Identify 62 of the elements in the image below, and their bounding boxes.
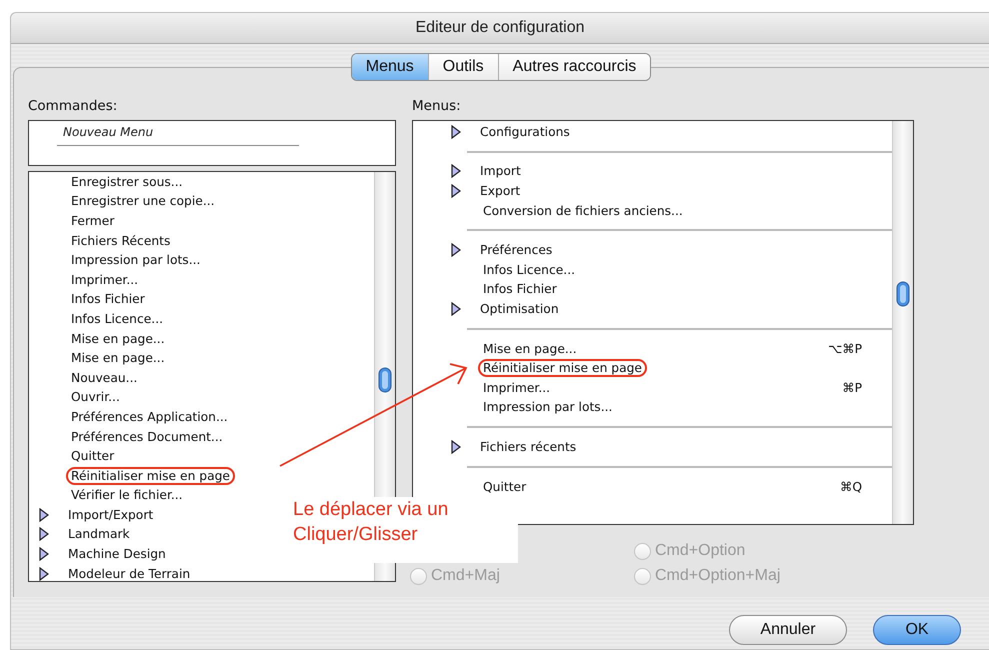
- disclosure-triangle-icon[interactable]: [451, 164, 461, 178]
- tab[interactable]: Menus: [352, 54, 428, 80]
- menu-item[interactable]: Mise en page...: [66, 349, 170, 368]
- menu-item[interactable]: Import: [475, 162, 526, 180]
- window-title: Editeur de configuration: [416, 19, 584, 37]
- menu-item[interactable]: Réinitialiser mise en page: [478, 359, 647, 378]
- disclosure-triangle-icon[interactable]: [451, 243, 461, 258]
- menu-item[interactable]: Quitter: [478, 478, 532, 496]
- menu-item[interactable]: Préférences Document...: [66, 428, 228, 446]
- menu-item[interactable]: Fermer: [66, 212, 120, 230]
- menu-item[interactable]: Conversion de fichiers anciens...: [478, 202, 688, 220]
- menu-item[interactable]: Impression par lots...: [478, 398, 618, 416]
- menu-item[interactable]: Landmark: [63, 525, 135, 544]
- menu-item[interactable]: Fichiers Récents: [66, 232, 176, 250]
- ok-button[interactable]: OK: [873, 615, 961, 645]
- menu-item[interactable]: Nouveau...: [66, 368, 142, 387]
- disclosure-triangle-icon[interactable]: [451, 440, 461, 454]
- menu-item[interactable]: Fichiers récents: [475, 438, 582, 456]
- menu-item[interactable]: Ouvrir...: [66, 388, 125, 406]
- menu-item[interactable]: Impression par lots...: [66, 251, 206, 270]
- scroll-bar[interactable]: [892, 121, 913, 524]
- scroll-thumb-icon[interactable]: [378, 367, 392, 393]
- menu-item[interactable]: Préférences: [475, 241, 558, 260]
- disclosure-triangle-icon[interactable]: [39, 547, 49, 562]
- new-menu-box[interactable]: Nouveau Menu: [28, 120, 396, 166]
- new-menu-item[interactable]: Nouveau Menu: [63, 125, 395, 139]
- menu-item[interactable]: Machine Design: [63, 545, 171, 564]
- shortcut-label: ⌘P: [842, 380, 862, 395]
- menu-item[interactable]: Vérifier le fichier...: [66, 486, 188, 504]
- menu-item[interactable]: Mise en page...: [478, 340, 582, 358]
- menu-item[interactable]: Réinitialiser mise en page: [66, 466, 235, 485]
- menu-item[interactable]: Optimisation: [475, 300, 564, 318]
- menu-item[interactable]: Préférences Application...: [66, 408, 233, 426]
- disclosure-triangle-icon[interactable]: [39, 508, 49, 522]
- tab[interactable]: Autres raccourcis: [498, 54, 650, 80]
- disclosure-triangle-icon[interactable]: [39, 566, 49, 581]
- menu-item[interactable]: Modeleur de Terrain: [63, 564, 196, 581]
- disclosure-triangle-icon[interactable]: [451, 302, 461, 316]
- menu-item[interactable]: Export: [475, 182, 526, 200]
- menu-item[interactable]: Infos Fichier: [478, 280, 562, 298]
- menu-item[interactable]: Quitter: [66, 447, 120, 466]
- menu-item[interactable]: Imprimer...: [66, 270, 144, 289]
- disclosure-triangle-icon[interactable]: [451, 124, 461, 139]
- menu-item[interactable]: Imprimer...: [478, 378, 556, 397]
- menus-label: Menus:: [412, 98, 462, 116]
- scroll-thumb-icon[interactable]: [896, 281, 910, 307]
- menu-item[interactable]: Enregistrer une copie...: [66, 192, 220, 210]
- menu-item[interactable]: Infos Licence...: [478, 260, 580, 279]
- menu-item[interactable]: Enregistrer sous...: [66, 172, 188, 191]
- annotation-text: Le déplacer via un Cliquer/Glisser: [293, 498, 450, 547]
- tab[interactable]: Outils: [428, 54, 498, 80]
- disclosure-triangle-icon[interactable]: [39, 527, 49, 542]
- menu-item[interactable]: Mise en page...: [66, 330, 170, 348]
- shortcut-label: ⌘Q: [840, 480, 862, 494]
- menu-item[interactable]: Import/Export: [63, 506, 158, 524]
- shortcut-label: ⌥⌘P: [828, 342, 862, 356]
- menu-item[interactable]: Infos Licence...: [66, 310, 168, 328]
- menu-item[interactable]: Configurations: [475, 122, 575, 141]
- commands-label: Commandes:: [28, 98, 118, 116]
- cancel-button[interactable]: Annuler: [729, 615, 847, 645]
- menu-item[interactable]: Infos Fichier: [66, 290, 150, 308]
- disclosure-triangle-icon[interactable]: [451, 184, 461, 198]
